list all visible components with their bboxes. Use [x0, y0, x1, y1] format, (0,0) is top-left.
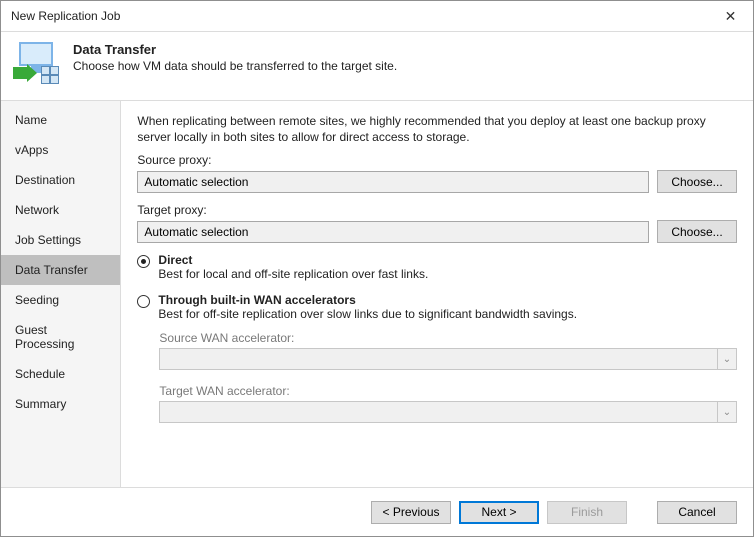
step-title: Data Transfer: [73, 42, 397, 57]
radio-wan-title: Through built-in WAN accelerators: [158, 293, 577, 307]
cancel-button[interactable]: Cancel: [657, 501, 737, 524]
wizard-window: New Replication Job ✕ Data Transfer Choo…: [0, 0, 754, 537]
wan-target-select: ⌄: [159, 401, 737, 423]
choose-target-proxy-button[interactable]: Choose...: [657, 220, 737, 243]
wan-target-label: Target WAN accelerator:: [159, 384, 737, 398]
sidebar-item-seeding[interactable]: Seeding: [1, 285, 120, 315]
chevron-down-icon: ⌄: [717, 402, 736, 422]
data-transfer-icon: [15, 42, 59, 86]
radio-direct-title: Direct: [158, 253, 428, 267]
sidebar-item-job-settings[interactable]: Job Settings: [1, 225, 120, 255]
sidebar-item-schedule[interactable]: Schedule: [1, 359, 120, 389]
step-subtitle: Choose how VM data should be transferred…: [73, 59, 397, 73]
sidebar-item-network[interactable]: Network: [1, 195, 120, 225]
radio-direct-icon: [137, 255, 150, 268]
wizard-sidebar: Name vApps Destination Network Job Setti…: [1, 101, 121, 487]
wizard-body: Name vApps Destination Network Job Setti…: [1, 100, 753, 488]
titlebar: New Replication Job ✕: [1, 1, 753, 32]
choose-source-proxy-button[interactable]: Choose...: [657, 170, 737, 193]
wan-source-label: Source WAN accelerator:: [159, 331, 737, 345]
radio-direct[interactable]: Direct Best for local and off-site repli…: [137, 253, 737, 281]
intro-text: When replicating between remote sites, w…: [137, 113, 737, 145]
source-proxy-input: Automatic selection: [137, 171, 649, 193]
target-proxy-label: Target proxy:: [137, 203, 737, 217]
window-title: New Replication Job: [11, 9, 120, 23]
chevron-down-icon: ⌄: [717, 349, 736, 369]
sidebar-item-data-transfer[interactable]: Data Transfer: [1, 255, 120, 285]
sidebar-item-vapps[interactable]: vApps: [1, 135, 120, 165]
wizard-footer: < Previous Next > Finish Cancel: [1, 488, 753, 536]
wan-source-select: ⌄: [159, 348, 737, 370]
target-proxy-value: Automatic selection: [144, 225, 248, 239]
wizard-header: Data Transfer Choose how VM data should …: [1, 32, 753, 100]
close-icon[interactable]: ✕: [708, 1, 753, 31]
sidebar-item-name[interactable]: Name: [1, 105, 120, 135]
radio-wan-desc: Best for off-site replication over slow …: [158, 307, 577, 321]
finish-button: Finish: [547, 501, 627, 524]
next-button[interactable]: Next >: [459, 501, 539, 524]
sidebar-item-destination[interactable]: Destination: [1, 165, 120, 195]
sidebar-item-summary[interactable]: Summary: [1, 389, 120, 419]
target-proxy-input: Automatic selection: [137, 221, 649, 243]
radio-wan-icon: [137, 295, 150, 308]
radio-wan[interactable]: Through built-in WAN accelerators Best f…: [137, 293, 737, 321]
wizard-content: When replicating between remote sites, w…: [121, 101, 753, 487]
previous-button[interactable]: < Previous: [371, 501, 451, 524]
source-proxy-label: Source proxy:: [137, 153, 737, 167]
sidebar-item-guest-processing[interactable]: Guest Processing: [1, 315, 120, 359]
wan-accelerator-block: Source WAN accelerator: ⌄ Target WAN acc…: [159, 331, 737, 423]
radio-direct-desc: Best for local and off-site replication …: [158, 267, 428, 281]
source-proxy-value: Automatic selection: [144, 175, 248, 189]
